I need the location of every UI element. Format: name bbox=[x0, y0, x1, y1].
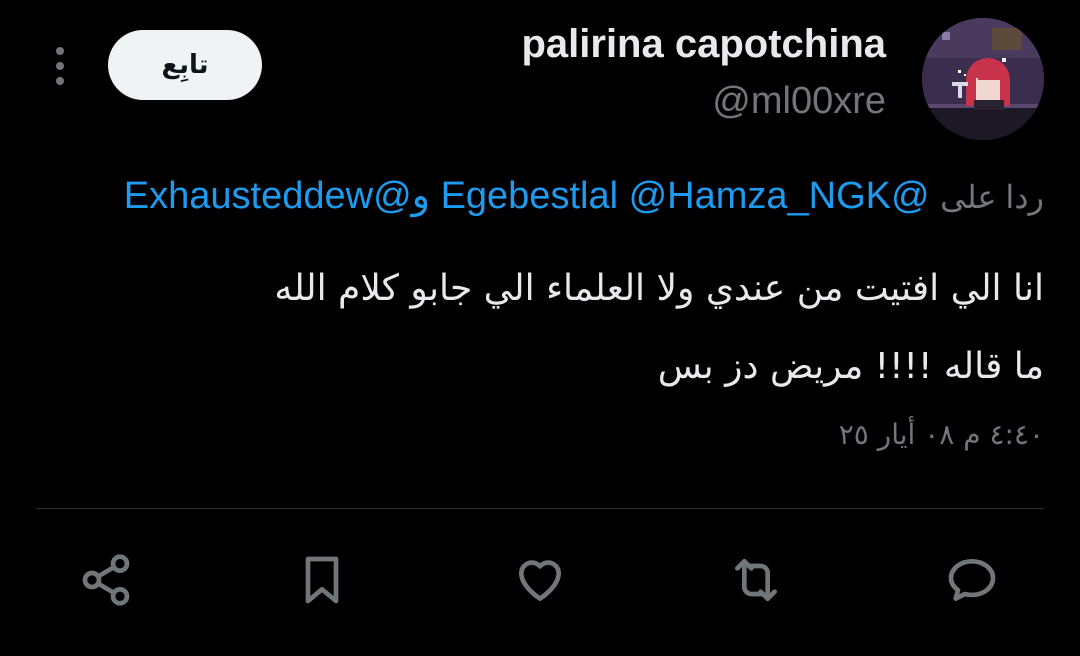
bookmark-button[interactable] bbox=[290, 548, 354, 612]
tweet-text-line: ما قاله !!!! مريض دز بس bbox=[657, 346, 1044, 387]
user-handle[interactable]: @ml00xre bbox=[712, 80, 886, 123]
more-dot bbox=[56, 77, 64, 85]
share-button[interactable] bbox=[74, 548, 138, 612]
more-dot bbox=[56, 62, 64, 70]
reply-conjunction: و bbox=[411, 175, 430, 217]
tweet-text-line: انا الي افتيت من عندي ولا العلماء الي جا… bbox=[274, 268, 1044, 309]
like-icon bbox=[519, 560, 561, 601]
display-name[interactable]: palirina capotchina bbox=[521, 22, 886, 67]
avatar[interactable] bbox=[922, 18, 1044, 140]
reply-button[interactable] bbox=[940, 548, 1004, 612]
reply-icon bbox=[948, 559, 996, 601]
tweet-timestamp[interactable]: ٤:٤٠ م ٠٨ أيار ٢٥ bbox=[839, 418, 1044, 451]
more-options-button[interactable] bbox=[44, 44, 76, 88]
tweet-text: انا الي افتيت من عندي ولا العلماء الي جا… bbox=[64, 250, 1044, 406]
share-icon bbox=[82, 554, 130, 606]
retweet-button[interactable] bbox=[724, 548, 788, 612]
reply-to-line: ردا على @Egebestlal @Hamza_NGK و@Exhaust… bbox=[124, 168, 1044, 225]
like-button[interactable] bbox=[508, 548, 572, 612]
bookmark-icon bbox=[305, 556, 339, 604]
follow-button[interactable]: تابِع bbox=[108, 30, 262, 100]
retweet-icon bbox=[735, 559, 777, 601]
divider bbox=[36, 508, 1044, 509]
avatar-image bbox=[922, 18, 1044, 140]
reply-prefix: ردا على bbox=[940, 179, 1044, 215]
more-dot bbox=[56, 47, 64, 55]
mention-link[interactable]: @Hamza_NGK bbox=[629, 175, 891, 217]
mention-link[interactable]: @Exhausteddew bbox=[124, 175, 412, 217]
